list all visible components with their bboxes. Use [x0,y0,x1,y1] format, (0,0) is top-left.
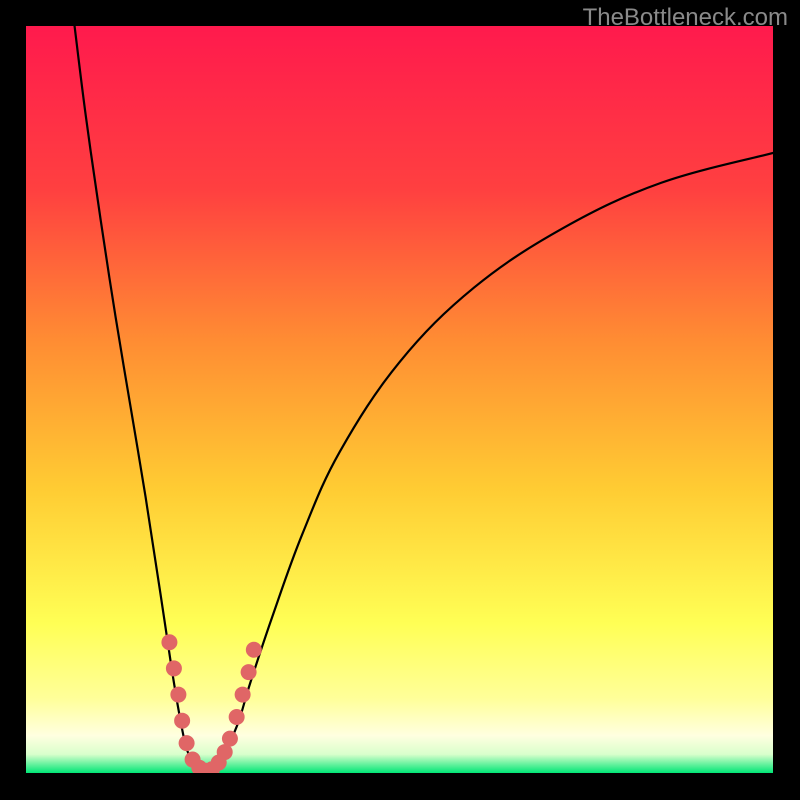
gradient-background [26,26,773,773]
data-point-12 [229,709,245,725]
data-point-14 [241,664,257,680]
data-point-3 [174,713,190,729]
data-point-15 [246,642,262,658]
data-point-11 [222,731,238,747]
data-point-4 [179,735,195,751]
data-point-13 [235,687,251,703]
data-point-1 [166,660,182,676]
watermark-text: TheBottleneck.com [583,4,788,32]
data-point-0 [161,634,177,650]
bottleneck-plot [26,26,773,773]
data-point-2 [170,687,186,703]
chart-frame: TheBottleneck.com [0,0,800,800]
